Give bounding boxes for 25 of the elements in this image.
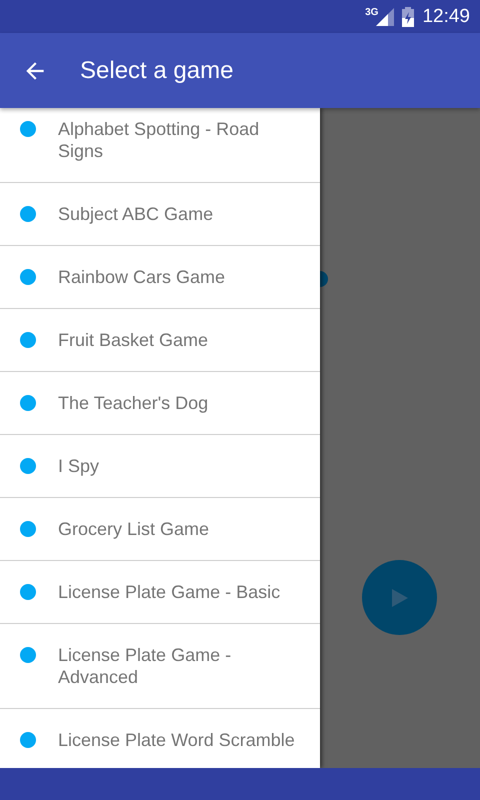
clock: 12:49 <box>422 6 470 28</box>
network-type: 3G <box>365 7 378 18</box>
bullet-icon <box>20 206 36 222</box>
game-item[interactable]: I Spy <box>0 435 320 498</box>
bullet-icon <box>20 521 36 537</box>
play-icon <box>392 588 408 606</box>
game-item[interactable]: Rainbow Cars Game <box>0 246 320 309</box>
bullet-icon <box>20 269 36 285</box>
battery-icon <box>402 6 414 26</box>
bullet-icon <box>20 332 36 348</box>
game-item[interactable]: Alphabet Spotting - Road Signs <box>0 108 320 183</box>
game-item[interactable]: The Teacher's Dog <box>0 372 320 435</box>
game-item[interactable]: Subject ABC Game <box>0 183 320 246</box>
bullet-icon <box>20 732 36 748</box>
signal-icon <box>376 8 394 26</box>
bullet-icon <box>20 584 36 600</box>
game-item[interactable]: License Plate Game - Basic <box>0 561 320 624</box>
bullet-icon <box>20 395 36 411</box>
game-item[interactable]: Fruit Basket Game <box>0 309 320 372</box>
bullet-icon <box>20 647 36 663</box>
bullet-icon <box>20 458 36 474</box>
bullet-icon <box>20 121 36 137</box>
screen-title: Select a game <box>80 56 234 84</box>
game-item[interactable]: Grocery List Game <box>0 498 320 561</box>
game-item[interactable]: License Plate Game - Advanced <box>0 624 320 709</box>
